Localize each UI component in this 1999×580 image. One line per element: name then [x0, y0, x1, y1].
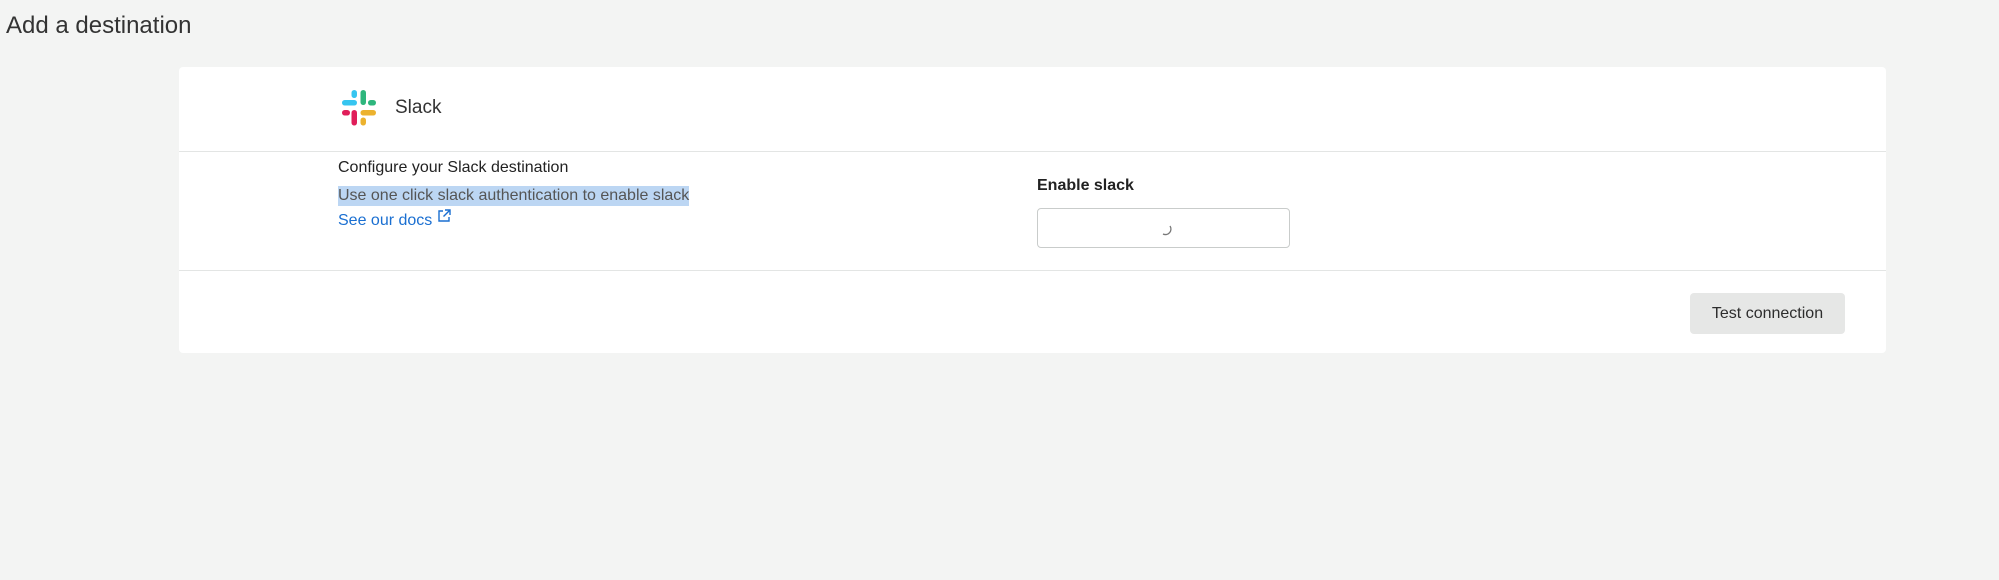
- docs-link-label: See our docs: [338, 212, 433, 229]
- footer-divider: [179, 270, 1886, 271]
- config-description: Use one click slack authentication to en…: [338, 186, 690, 206]
- config-title: Configure your Slack destination: [338, 159, 569, 176]
- test-connection-button[interactable]: Test connection: [1690, 293, 1845, 334]
- enable-slack-label: Enable slack: [1037, 177, 1134, 194]
- destination-name: Slack: [395, 97, 442, 118]
- page-title: Add a destination: [6, 12, 192, 39]
- card-header: Slack: [179, 67, 1886, 152]
- external-link-icon: [436, 208, 452, 224]
- docs-link[interactable]: See our docs: [338, 209, 452, 230]
- enable-slack-button[interactable]: [1037, 208, 1290, 248]
- slack-logo-icon: [338, 87, 380, 129]
- destination-card: Slack Configure your Slack destination U…: [179, 67, 1886, 353]
- loading-spinner-icon: [1159, 222, 1173, 236]
